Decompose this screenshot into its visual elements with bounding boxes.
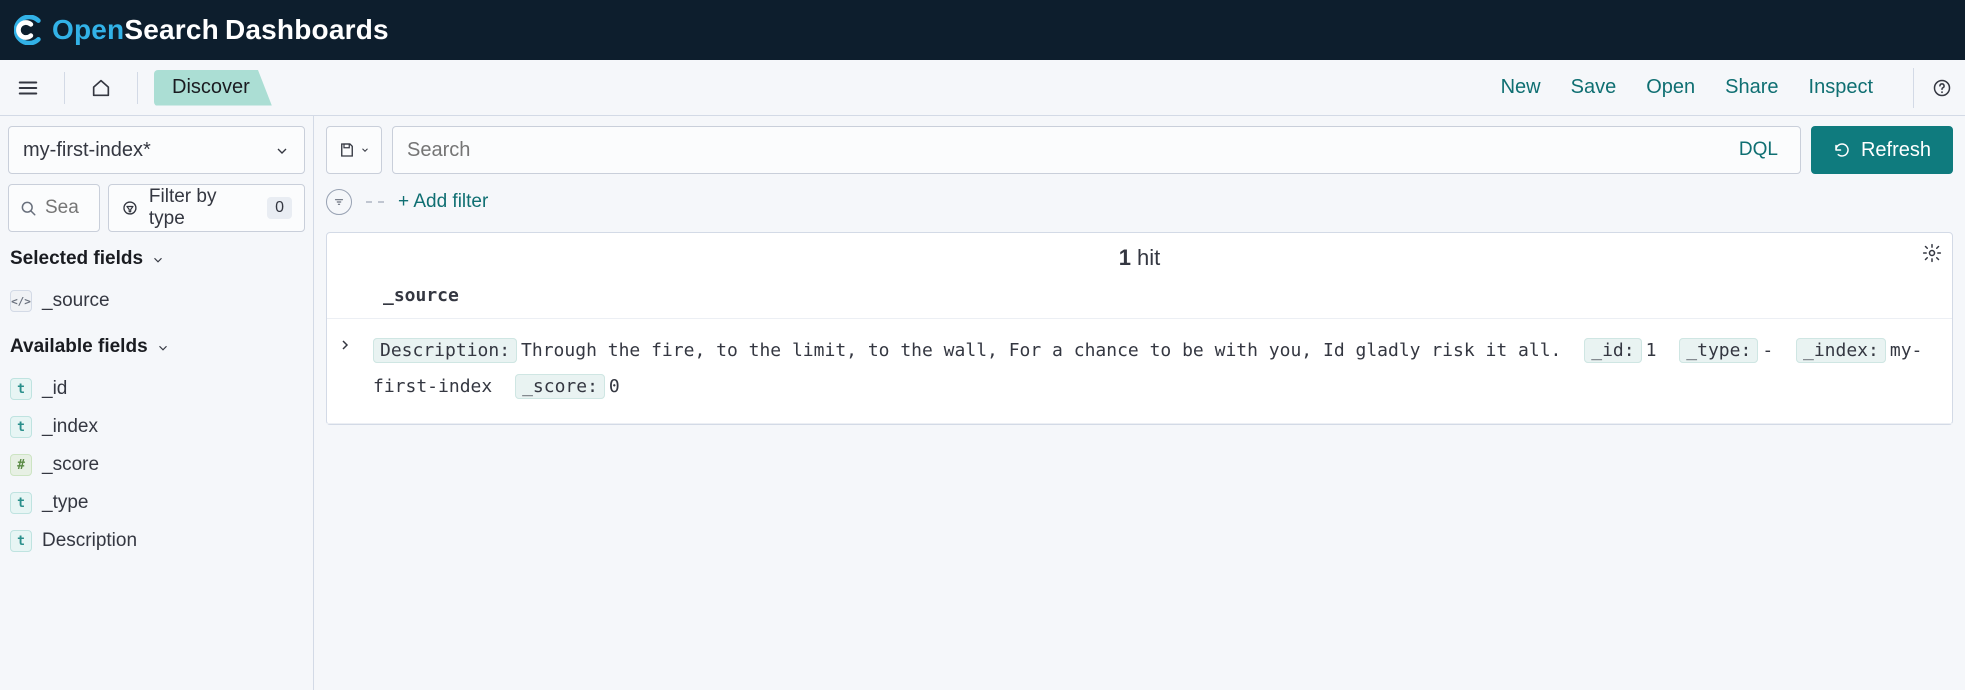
gear-icon bbox=[1922, 243, 1942, 263]
field-key: _id: bbox=[1584, 338, 1641, 363]
filter-icon bbox=[121, 199, 139, 217]
results-panel: 1 hit _source Description:Through the fi… bbox=[326, 232, 1953, 425]
inspect-link[interactable]: Inspect bbox=[1809, 76, 1873, 99]
field-key: _type: bbox=[1679, 338, 1758, 363]
new-link[interactable]: New bbox=[1501, 76, 1541, 99]
query-bar: DQL Refresh bbox=[326, 126, 1953, 174]
column-header[interactable]: _source bbox=[327, 279, 1952, 319]
change-all-filters-button[interactable] bbox=[326, 189, 352, 215]
field-type-number-icon: # bbox=[10, 454, 32, 476]
help-icon bbox=[1932, 78, 1952, 98]
field-item[interactable]: t _type bbox=[8, 488, 305, 518]
chevron-down-icon bbox=[360, 145, 370, 155]
field-type-string-icon: t bbox=[10, 378, 32, 400]
field-type-source-icon: </> bbox=[10, 290, 32, 312]
field-name: _source bbox=[42, 290, 110, 312]
field-search-input[interactable] bbox=[45, 197, 85, 219]
divider bbox=[64, 72, 65, 104]
field-name: _type bbox=[42, 492, 88, 514]
home-icon bbox=[90, 77, 112, 99]
document-source: Description:Through the fire, to the lim… bbox=[373, 333, 1934, 405]
save-link[interactable]: Save bbox=[1571, 76, 1617, 99]
selected-fields-label: Selected fields bbox=[10, 248, 143, 270]
divider bbox=[137, 72, 138, 104]
logo: OpenSearchDashboards bbox=[14, 14, 389, 46]
open-link[interactable]: Open bbox=[1646, 76, 1695, 99]
field-name: _index bbox=[42, 416, 98, 438]
field-value: Through the fire, to the limit, to the w… bbox=[521, 340, 1561, 361]
logo-dash: Dashboards bbox=[225, 14, 389, 45]
field-name: _score bbox=[42, 454, 99, 476]
logo-open: Open bbox=[52, 14, 124, 45]
logo-mark-icon bbox=[14, 15, 44, 45]
field-type-string-icon: t bbox=[10, 530, 32, 552]
field-value: 0 bbox=[609, 376, 620, 397]
chevron-right-icon bbox=[337, 337, 353, 353]
index-pattern-label: my-first-index* bbox=[23, 139, 151, 162]
query-input[interactable] bbox=[407, 139, 1731, 162]
field-item[interactable]: </> _source bbox=[8, 286, 305, 316]
field-item[interactable]: t _id bbox=[8, 374, 305, 404]
field-type-string-icon: t bbox=[10, 492, 32, 514]
logo-text: OpenSearchDashboards bbox=[52, 14, 389, 46]
available-fields-header[interactable]: Available fields bbox=[8, 330, 305, 360]
filter-type-label: Filter by type bbox=[149, 186, 257, 230]
selected-fields-header[interactable]: Selected fields bbox=[8, 242, 305, 272]
refresh-button[interactable]: Refresh bbox=[1811, 126, 1953, 174]
sidebar: my-first-index* Filter by type 0 Selecte… bbox=[0, 116, 314, 690]
brand-bar: OpenSearchDashboards bbox=[0, 0, 1965, 60]
columns-settings-button[interactable] bbox=[1922, 243, 1942, 263]
filter-actions-icon bbox=[332, 195, 346, 209]
refresh-label: Refresh bbox=[1861, 139, 1931, 162]
hit-suffix: hit bbox=[1131, 245, 1160, 270]
search-icon bbox=[19, 199, 37, 217]
field-item[interactable]: # _score bbox=[8, 450, 305, 480]
available-fields-label: Available fields bbox=[10, 336, 148, 358]
field-value: 1 bbox=[1646, 340, 1657, 361]
document-row: Description:Through the fire, to the lim… bbox=[327, 319, 1952, 424]
filter-bar: + Add filter bbox=[326, 184, 1953, 220]
chevron-down-icon bbox=[156, 341, 170, 355]
content: DQL Refresh + Add filter 1 hit _source bbox=[314, 116, 1965, 690]
nav-toggle-button[interactable] bbox=[8, 68, 48, 108]
selected-fields-list: </> _source bbox=[8, 282, 305, 320]
index-pattern-select[interactable]: my-first-index* bbox=[8, 126, 305, 174]
add-filter-button[interactable]: + Add filter bbox=[398, 191, 488, 213]
help-button[interactable] bbox=[1913, 68, 1953, 108]
field-type-string-icon: t bbox=[10, 416, 32, 438]
filter-connector bbox=[366, 201, 384, 203]
breadcrumb-current[interactable]: Discover bbox=[154, 70, 272, 106]
dql-toggle[interactable]: DQL bbox=[1731, 139, 1786, 161]
field-item[interactable]: t _index bbox=[8, 412, 305, 442]
filter-by-type[interactable]: Filter by type 0 bbox=[108, 184, 305, 232]
hits-header: 1 hit bbox=[327, 233, 1952, 279]
field-item[interactable]: t Description bbox=[8, 526, 305, 556]
query-input-wrap[interactable]: DQL bbox=[392, 126, 1801, 174]
hit-count: 1 bbox=[1119, 245, 1131, 270]
expand-row-button[interactable] bbox=[337, 333, 361, 353]
field-name: Description bbox=[42, 530, 137, 552]
hamburger-icon bbox=[17, 77, 39, 99]
field-key: _index: bbox=[1796, 338, 1886, 363]
filter-type-count: 0 bbox=[267, 197, 292, 219]
toolbar: Discover New Save Open Share Inspect bbox=[0, 60, 1965, 116]
chevron-down-icon bbox=[274, 143, 290, 159]
logo-search: Search bbox=[124, 14, 219, 45]
field-value: - bbox=[1762, 340, 1773, 361]
field-search[interactable] bbox=[8, 184, 100, 232]
field-key: Description: bbox=[373, 338, 517, 363]
home-button[interactable] bbox=[81, 68, 121, 108]
saved-queries-button[interactable] bbox=[326, 126, 382, 174]
field-key: _score: bbox=[515, 374, 605, 399]
field-name: _id bbox=[42, 378, 67, 400]
refresh-icon bbox=[1833, 141, 1851, 159]
chevron-down-icon bbox=[151, 253, 165, 267]
share-link[interactable]: Share bbox=[1725, 76, 1778, 99]
available-fields-list: t_idt_index#_scoret_typetDescription bbox=[8, 370, 305, 560]
breadcrumb: Discover bbox=[154, 70, 272, 106]
save-icon bbox=[338, 141, 356, 159]
